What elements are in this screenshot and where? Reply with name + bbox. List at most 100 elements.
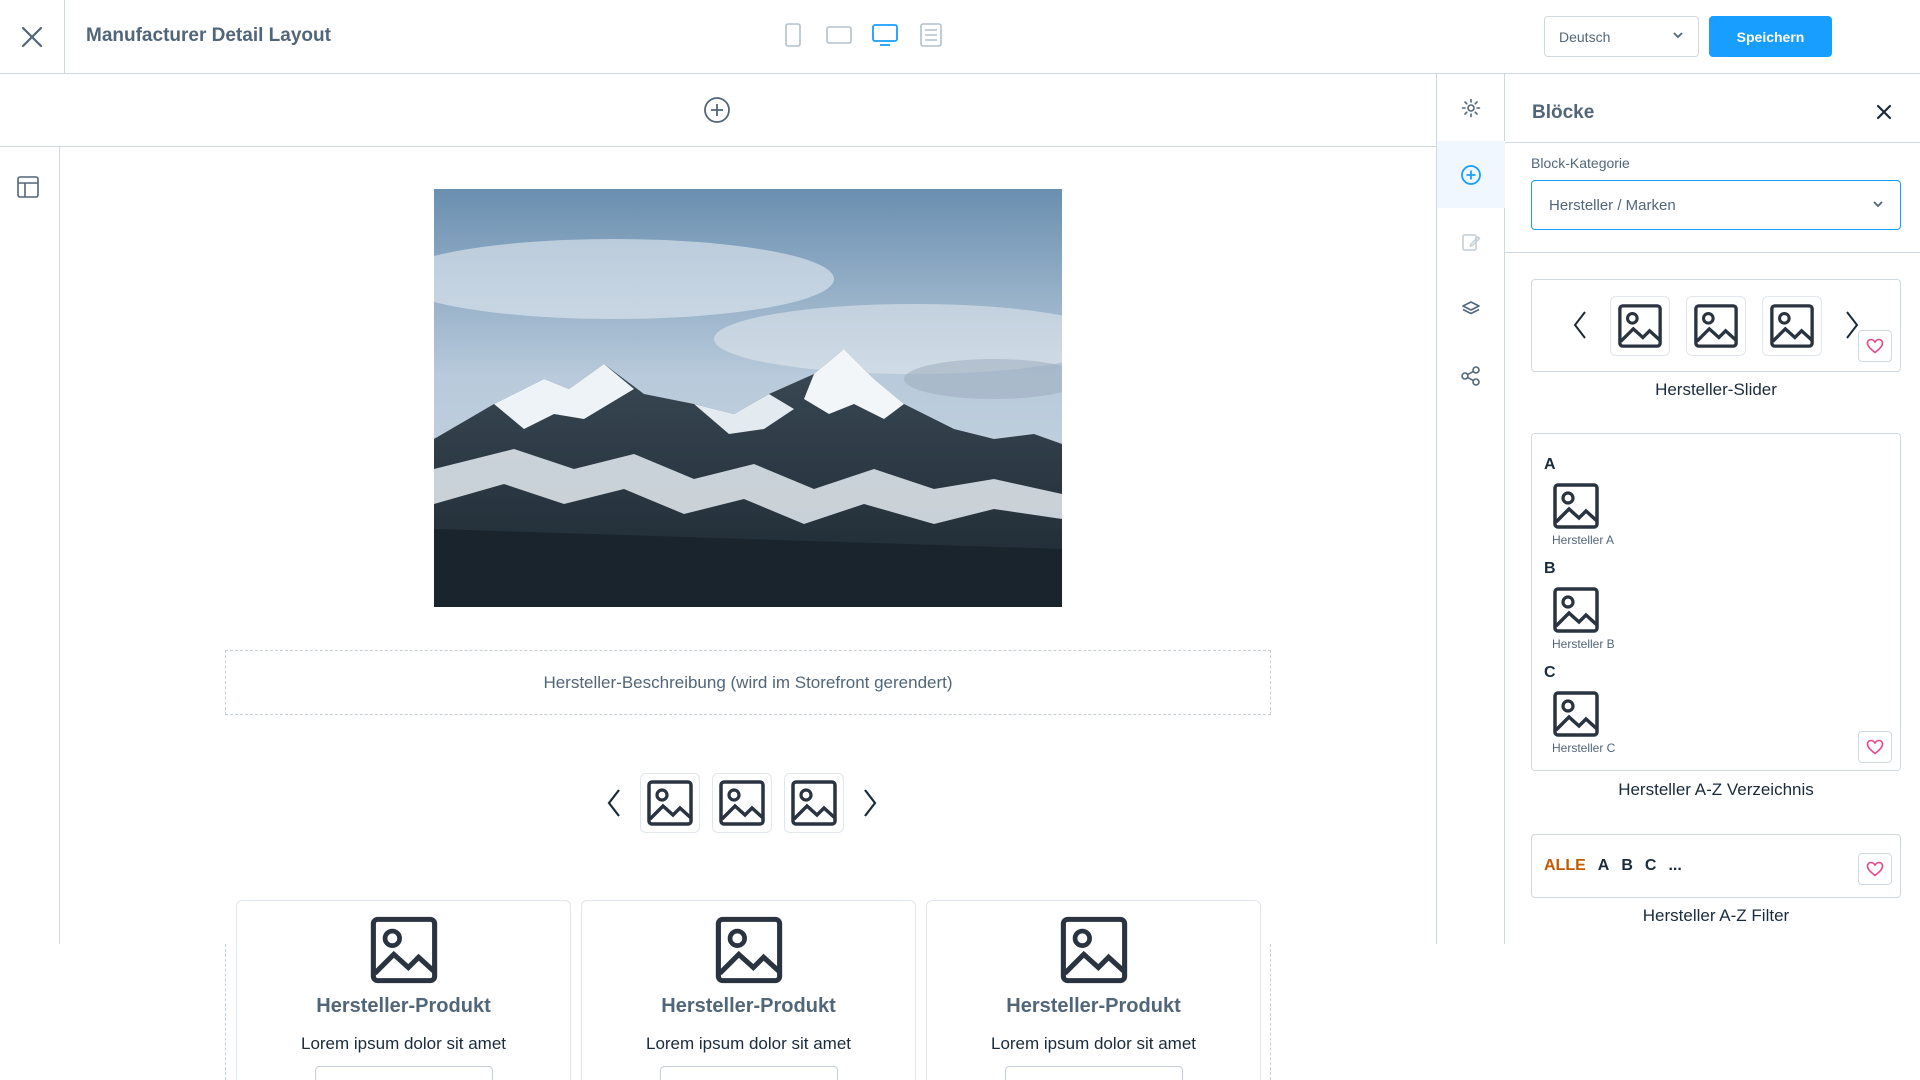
form-icon [920, 23, 942, 47]
edit-icon [1462, 233, 1481, 251]
category-label: Block-Kategorie [1531, 155, 1630, 171]
image-placeholder-icon [1553, 483, 1599, 529]
divider [1505, 252, 1920, 253]
language-select-value: Deutsch [1559, 28, 1611, 45]
slider-next-button[interactable] [856, 783, 884, 823]
az-item-label: Hersteller A [1552, 533, 1615, 547]
chevron-down-icon [1873, 201, 1883, 208]
category-select[interactable]: Hersteller / Marken [1531, 180, 1901, 230]
close-icon[interactable] [1876, 104, 1892, 120]
block-manufacturer-slider[interactable] [1531, 279, 1901, 372]
hero-image[interactable] [434, 189, 1062, 607]
device-form-button[interactable] [918, 22, 944, 48]
add-section-icon[interactable] [703, 96, 731, 124]
az-letter: C [1544, 664, 1556, 681]
slider-image-tile [640, 773, 700, 833]
divider [1505, 142, 1920, 143]
slider-image-tile [1610, 296, 1670, 356]
image-placeholder-icon [719, 780, 765, 826]
device-tablet-button[interactable] [826, 22, 852, 48]
heart-icon [1866, 338, 1884, 354]
rail-share-button[interactable] [1437, 342, 1505, 409]
device-mobile-button[interactable] [780, 22, 806, 48]
image-placeholder-icon [1060, 916, 1128, 984]
image-placeholder-icon [1770, 304, 1814, 348]
sidebar-rail [1436, 74, 1505, 944]
image-placeholder-icon [1694, 304, 1738, 348]
mountain-image [434, 189, 1062, 607]
product-description: Lorem ipsum dolor sit amet [645, 1034, 852, 1053]
save-button[interactable]: Speichern [1709, 16, 1832, 57]
rail-settings-button[interactable] [1437, 74, 1505, 141]
slider-prev-button[interactable] [600, 783, 628, 823]
filter-letter: A [1597, 857, 1610, 874]
category-select-value: Hersteller / Marken [1549, 196, 1676, 214]
product-card[interactable]: Hersteller-Produkt Lorem ipsum dolor sit… [581, 900, 916, 1080]
filter-letter: C [1644, 857, 1657, 874]
chevron-left-icon [1573, 311, 1586, 339]
chevron-left-icon [607, 789, 620, 817]
rail-edit-button[interactable] [1437, 208, 1505, 275]
rail-blocks-button[interactable] [1437, 141, 1505, 208]
close-button[interactable] [0, 0, 65, 74]
az-letter: A [1544, 456, 1556, 473]
device-desktop-button[interactable] [872, 22, 898, 48]
heart-icon [1866, 739, 1884, 755]
block-manufacturer-az-directory[interactable]: A Hersteller A B Hersteller B C Herstell… [1531, 433, 1901, 771]
favorite-button[interactable] [1858, 731, 1892, 763]
image-placeholder-icon [1553, 691, 1599, 737]
az-letter: B [1544, 560, 1556, 577]
image-placeholder-icon [791, 780, 837, 826]
device-switcher [780, 22, 944, 48]
product-button[interactable] [660, 1066, 838, 1080]
block-label: Hersteller-Slider [1655, 380, 1777, 399]
product-description: Lorem ipsum dolor sit amet [300, 1034, 507, 1053]
product-name: Hersteller-Produkt [1006, 995, 1181, 1017]
gear-icon [1461, 98, 1481, 117]
az-item-label: Hersteller C [1552, 741, 1616, 755]
favorite-button[interactable] [1858, 853, 1892, 885]
slider-image-tile [1762, 296, 1822, 356]
block-label: Hersteller A-Z Verzeichnis [1618, 780, 1814, 799]
heart-icon [1866, 861, 1884, 877]
mobile-icon [785, 23, 801, 47]
product-card[interactable]: Hersteller-Produkt Lorem ipsum dolor sit… [926, 900, 1261, 1080]
panel-title: Blöcke [1532, 102, 1595, 123]
add-section-row [0, 74, 1436, 147]
language-select[interactable]: Deutsch [1544, 16, 1699, 57]
az-filter-row: ALLE A B C ... [1544, 857, 1682, 875]
layout-icon[interactable] [16, 175, 40, 199]
section-sidebar [0, 147, 60, 944]
add-block-icon [1461, 164, 1481, 185]
block-manufacturer-az-filter[interactable]: ALLE A B C ... [1531, 834, 1901, 898]
slider-image-tile [1686, 296, 1746, 356]
desktop-icon [872, 24, 898, 46]
blocks-panel: Blöcke Block-Kategorie Hersteller / Mark… [1505, 74, 1920, 944]
image-placeholder-icon [1618, 304, 1662, 348]
manufacturer-description-block[interactable]: Hersteller-Beschreibung (wird im Storefr… [225, 650, 1271, 715]
rail-layers-button[interactable] [1437, 275, 1505, 342]
product-button[interactable] [1005, 1066, 1183, 1080]
slider-image-tile [712, 773, 772, 833]
layers-icon [1462, 300, 1480, 314]
page-title: Manufacturer Detail Layout [86, 25, 331, 46]
product-name: Hersteller-Produkt [661, 995, 836, 1017]
image-placeholder-icon [370, 916, 438, 984]
share-icon [1461, 365, 1480, 386]
manufacturer-slider-preview [600, 770, 884, 836]
block-label: Hersteller A-Z Filter [1642, 906, 1790, 925]
product-description: Lorem ipsum dolor sit amet [990, 1034, 1197, 1053]
image-placeholder-icon [1553, 587, 1599, 633]
chevron-down-icon [1673, 32, 1683, 39]
az-item-label: Hersteller B [1552, 637, 1615, 651]
product-name: Hersteller-Produkt [316, 995, 491, 1017]
slider-image-tile [784, 773, 844, 833]
filter-all: ALLE [1544, 857, 1586, 874]
chevron-right-icon [864, 789, 877, 817]
favorite-button[interactable] [1858, 330, 1892, 362]
product-button[interactable] [315, 1066, 493, 1080]
tablet-icon [826, 26, 852, 44]
product-card[interactable]: Hersteller-Produkt Lorem ipsum dolor sit… [236, 900, 571, 1080]
image-placeholder-icon [715, 916, 783, 984]
filter-more: ... [1668, 857, 1682, 874]
